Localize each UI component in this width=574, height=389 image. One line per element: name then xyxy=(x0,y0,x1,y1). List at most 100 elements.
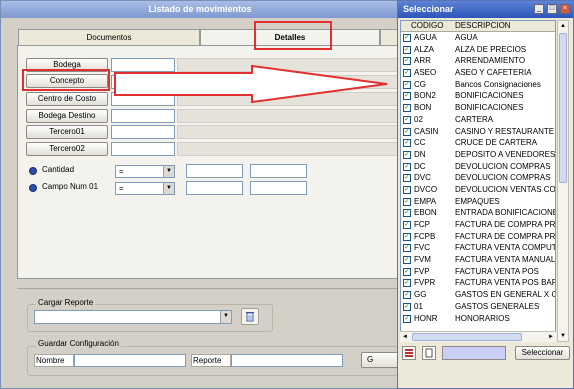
row-checkbox[interactable]: ✓ xyxy=(403,45,411,54)
reporte-field[interactable] xyxy=(231,354,343,367)
row-checkbox[interactable]: ✓ xyxy=(403,115,411,124)
uncheck-all-button[interactable] xyxy=(422,346,436,360)
bodega-destino-field[interactable] xyxy=(111,109,175,123)
row-checkbox[interactable]: ✓ xyxy=(403,139,411,148)
list-item[interactable]: ✓ FVC FACTURA VENTA COMPUT xyxy=(401,242,555,254)
row-checkbox[interactable]: ✓ xyxy=(403,127,411,136)
row-checkbox[interactable]: ✓ xyxy=(403,279,411,288)
delete-report-button[interactable] xyxy=(241,308,259,325)
tercero01-field[interactable] xyxy=(111,125,175,139)
cantidad-operator-select[interactable]: = ▼ xyxy=(115,165,175,178)
list-item[interactable]: ✓ BON2 BONIFICACIONES xyxy=(401,90,555,102)
scroll-down-icon[interactable]: ▼ xyxy=(558,331,568,341)
list-item[interactable]: ✓ ARR ARRENDAMIENTO xyxy=(401,55,555,67)
row-checkbox[interactable]: ✓ xyxy=(403,150,411,159)
scroll-up-icon[interactable]: ▲ xyxy=(558,21,568,31)
row-code: CC xyxy=(414,138,426,148)
campo-num-operator-select[interactable]: = ▼ xyxy=(115,182,175,195)
list-item[interactable]: ✓ CASIN CASINO Y RESTAURANTE xyxy=(401,126,555,138)
nombre-field[interactable] xyxy=(74,354,186,367)
list-item[interactable]: ✓ DVC DEVOLUCION COMPRAS xyxy=(401,172,555,184)
list-item[interactable]: ✓ DC DEVOLUCION COMPRAS xyxy=(401,161,555,173)
list-item[interactable]: ✓ 01 GASTOS GENERALES xyxy=(401,301,555,313)
list-item[interactable]: ✓ FCP FACTURA DE COMPRA PR xyxy=(401,219,555,231)
tab-documentos[interactable]: Documentos xyxy=(18,29,200,45)
cantidad-desde-field[interactable] xyxy=(186,164,243,178)
row-checkbox[interactable]: ✓ xyxy=(403,291,411,300)
row-description: FACTURA VENTA POS xyxy=(455,266,539,276)
row-description: FACTURA DE COMPRA PR xyxy=(455,231,555,241)
list-item[interactable]: ✓ CC CRUCE DE CARTERA xyxy=(401,137,555,149)
row-checkbox[interactable]: ✓ xyxy=(403,221,411,229)
row-checkbox[interactable]: ✓ xyxy=(403,185,411,194)
row-checkbox[interactable]: ✓ xyxy=(403,256,411,265)
list-item[interactable]: ✓ ALZA ALZA DE PRECIOS xyxy=(401,44,555,56)
row-code: ASEO xyxy=(414,68,437,78)
campo-num-desde-field[interactable] xyxy=(186,181,243,195)
horizontal-scrollbar[interactable]: ◄ ► xyxy=(400,331,556,342)
codigo-column-header[interactable]: CODIGO xyxy=(411,21,451,31)
minimize-button[interactable]: _ xyxy=(534,4,544,14)
list-item[interactable]: ✓ FVPR FACTURA VENTA POS BAF xyxy=(401,277,555,289)
seleccionar-button[interactable]: Seleccionar xyxy=(515,346,570,360)
row-checkbox[interactable]: ✓ xyxy=(403,57,411,66)
chevron-down-icon[interactable]: ▼ xyxy=(220,311,231,323)
chevron-down-icon[interactable]: ▼ xyxy=(163,166,174,177)
close-button[interactable]: × xyxy=(560,4,570,14)
row-description: CRUCE DE CARTERA xyxy=(455,138,538,148)
list-item[interactable]: ✓ EBON ENTRADA BONIFICACIONE xyxy=(401,207,555,219)
vertical-scrollbar[interactable]: ▲ ▼ xyxy=(557,20,569,342)
list-item[interactable]: ✓ DN DEPOSITO A VENEDORES xyxy=(401,149,555,161)
row-checkbox[interactable]: ✓ xyxy=(403,174,411,183)
scroll-right-icon[interactable]: ► xyxy=(546,332,556,342)
guardar-button[interactable]: G xyxy=(361,352,399,368)
list-item[interactable]: ✓ BON BONIFICACIONES xyxy=(401,102,555,114)
row-checkbox[interactable]: ✓ xyxy=(403,80,411,89)
descripcion-column-header[interactable]: DESCRIPCION xyxy=(455,21,555,31)
tercero02-button[interactable]: Tercero02 xyxy=(26,142,108,156)
list-item[interactable]: ✓ AGUA AGUA xyxy=(401,32,555,44)
row-description: FACTURA VENTA POS BAF xyxy=(455,278,555,288)
row-checkbox[interactable]: ✓ xyxy=(403,232,411,241)
bodega-destino-button[interactable]: Bodega Destino xyxy=(26,109,108,123)
row-code: BON xyxy=(414,103,432,113)
tercero02-field[interactable] xyxy=(111,142,175,156)
list-item[interactable]: ✓ DVCO DEVOLUCION VENTAS CO xyxy=(401,184,555,196)
chevron-down-icon[interactable]: ▼ xyxy=(163,183,174,194)
list-item[interactable]: ✓ 02 CARTERA xyxy=(401,114,555,126)
list-item[interactable]: ✓ FCPB FACTURA DE COMPRA PR xyxy=(401,231,555,243)
cantidad-radio[interactable] xyxy=(29,167,37,175)
horizontal-scroll-thumb[interactable] xyxy=(412,333,522,341)
list-item[interactable]: ✓ FVM FACTURA VENTA MANUAL xyxy=(401,254,555,266)
tercero01-button[interactable]: Tercero01 xyxy=(26,125,108,139)
list-item[interactable]: ✓ FVP FACTURA VENTA POS xyxy=(401,266,555,278)
maximize-button[interactable]: □ xyxy=(547,4,557,14)
campo-num-hasta-field[interactable] xyxy=(250,181,307,195)
row-checkbox[interactable]: ✓ xyxy=(403,197,411,206)
list-item[interactable]: ✓ HONR HONORARIOS xyxy=(401,313,555,325)
row-checkbox[interactable]: ✓ xyxy=(403,209,411,218)
list-item[interactable]: ✓ EMPA EMPAQUES xyxy=(401,196,555,208)
row-description: BONIFICACIONES xyxy=(455,103,524,113)
vertical-scroll-thumb[interactable] xyxy=(559,33,567,183)
row-checkbox[interactable]: ✓ xyxy=(403,104,411,113)
list-item[interactable]: ✓ GG GASTOS EN GENERAL X C xyxy=(401,289,555,301)
campo-num-radio[interactable] xyxy=(29,184,37,192)
row-checkbox[interactable]: ✓ xyxy=(403,92,411,101)
cantidad-hasta-field[interactable] xyxy=(250,164,307,178)
scroll-left-icon[interactable]: ◄ xyxy=(400,332,410,342)
cargar-reporte-select[interactable]: ▼ xyxy=(34,310,232,324)
row-checkbox[interactable]: ✓ xyxy=(403,267,411,276)
row-checkbox[interactable]: ✓ xyxy=(403,34,411,42)
search-field[interactable] xyxy=(442,346,506,360)
row-checkbox[interactable]: ✓ xyxy=(403,69,411,78)
centro-costo-button[interactable]: Centro de Costo xyxy=(26,92,108,106)
list-item[interactable]: ✓ CG Bancos Consignaciones xyxy=(401,79,555,91)
list-item[interactable]: ✓ ASEO ASEO Y CAFETERIA xyxy=(401,67,555,79)
row-checkbox[interactable]: ✓ xyxy=(403,314,411,323)
row-checkbox[interactable]: ✓ xyxy=(403,244,411,253)
row-checkbox[interactable]: ✓ xyxy=(403,162,411,171)
row-checkbox[interactable]: ✓ xyxy=(403,302,411,311)
check-all-button[interactable] xyxy=(402,346,416,360)
row-code: AGUA xyxy=(414,33,437,42)
